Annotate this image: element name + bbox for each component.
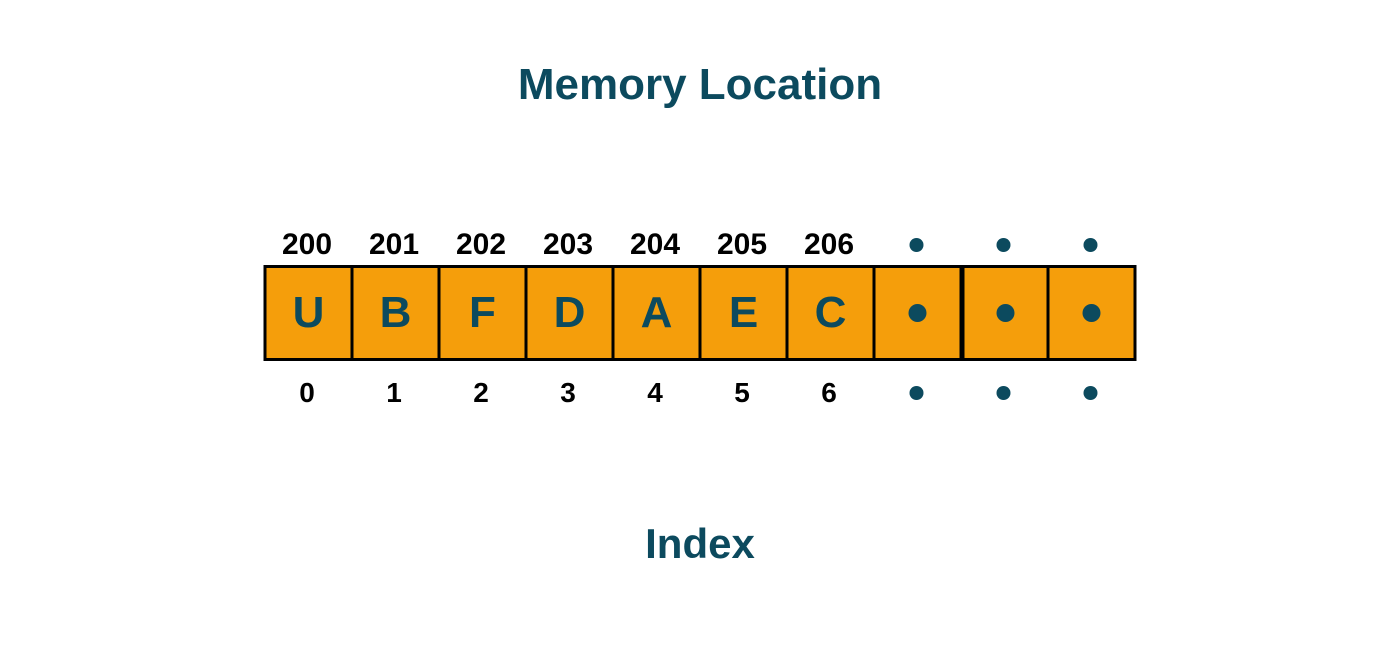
array-cell: D	[525, 268, 612, 358]
index-ellipsis	[1047, 373, 1134, 413]
dot-icon	[996, 386, 1010, 400]
dot-icon	[996, 238, 1010, 252]
array-cell: E	[699, 268, 786, 358]
array-diagram: 200 201 202 203 204 205 206 U B F D A E …	[264, 225, 1137, 413]
address-label: 202	[438, 225, 525, 265]
index-label: 5	[699, 373, 786, 413]
index-row: 0 1 2 3 4 5 6	[264, 373, 1137, 413]
index-label: 6	[786, 373, 873, 413]
address-ellipsis	[873, 225, 960, 265]
address-label: 201	[351, 225, 438, 265]
dot-icon	[997, 304, 1015, 322]
title-index: Index	[0, 520, 1400, 568]
dot-icon	[1083, 238, 1097, 252]
index-label: 1	[351, 373, 438, 413]
cells-row: U B F D A E C	[264, 265, 1137, 361]
dot-icon	[909, 304, 927, 322]
address-ellipsis	[960, 225, 1047, 265]
address-label: 203	[525, 225, 612, 265]
address-label: 205	[699, 225, 786, 265]
address-label: 206	[786, 225, 873, 265]
array-cell: U	[264, 268, 351, 358]
index-label: 2	[438, 373, 525, 413]
index-ellipsis	[873, 373, 960, 413]
address-ellipsis	[1047, 225, 1134, 265]
title-memory-location: Memory Location	[0, 60, 1400, 110]
array-cell-ellipsis	[1047, 268, 1134, 358]
dot-icon	[1083, 304, 1101, 322]
address-label: 204	[612, 225, 699, 265]
address-row: 200 201 202 203 204 205 206	[264, 225, 1137, 265]
array-cell-ellipsis	[960, 268, 1047, 358]
index-label: 0	[264, 373, 351, 413]
array-cell: B	[351, 268, 438, 358]
array-cell-ellipsis	[873, 268, 960, 358]
address-label: 200	[264, 225, 351, 265]
index-label: 4	[612, 373, 699, 413]
index-ellipsis	[960, 373, 1047, 413]
dot-icon	[909, 238, 923, 252]
array-cell: A	[612, 268, 699, 358]
dot-icon	[909, 386, 923, 400]
dot-icon	[1083, 386, 1097, 400]
array-cell: C	[786, 268, 873, 358]
array-cell: F	[438, 268, 525, 358]
index-label: 3	[525, 373, 612, 413]
